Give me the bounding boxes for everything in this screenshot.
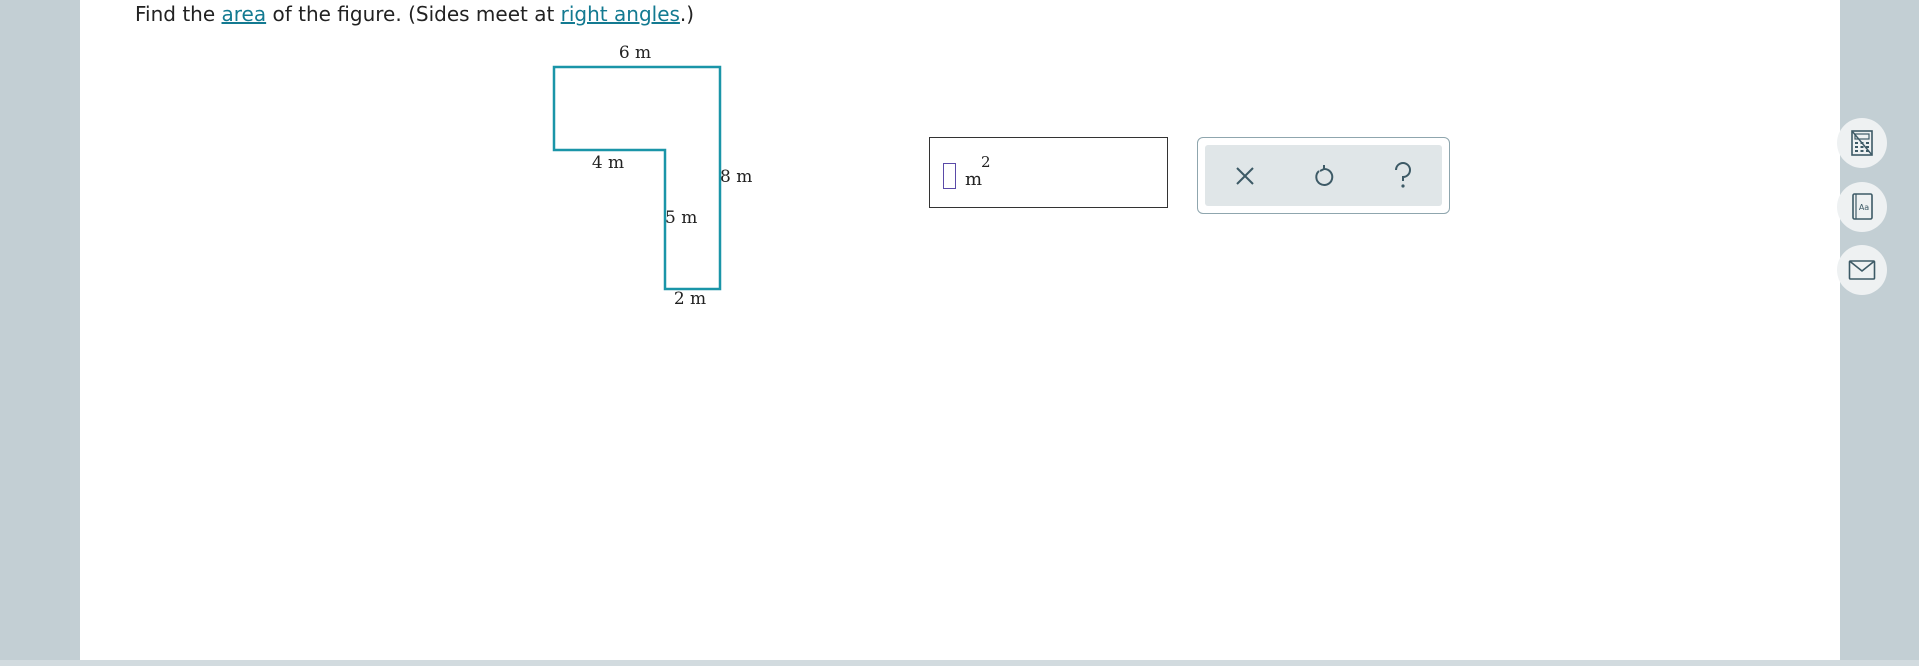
label-inner-width: 4 m (592, 153, 624, 173)
unit-exponent: 2 (981, 153, 991, 171)
calculator-button[interactable] (1837, 118, 1887, 168)
glossary-book-icon: Aa (1852, 193, 1873, 220)
answer-input[interactable] (943, 163, 956, 189)
glossary-text: Aa (1859, 203, 1869, 212)
bottom-strip (0, 660, 1919, 666)
help-button[interactable] (1373, 145, 1433, 206)
glossary-button[interactable]: Aa (1837, 182, 1887, 232)
l-shaped-figure: 6 m 4 m 8 m 5 m 2 m (552, 43, 752, 309)
answer-toolbox (1197, 137, 1450, 214)
undo-icon (1315, 164, 1334, 186)
label-inner-height: 5 m (665, 208, 697, 228)
mail-icon (1848, 260, 1876, 280)
label-top-width: 6 m (619, 43, 651, 63)
undo-button[interactable] (1294, 145, 1354, 206)
calculator-icon (1851, 130, 1873, 156)
toolbox-panel (1205, 145, 1442, 206)
clear-button[interactable] (1215, 145, 1275, 206)
label-right-height: 8 m (720, 167, 752, 187)
help-icon (1395, 161, 1411, 188)
message-button[interactable] (1837, 245, 1887, 295)
answer-box: m 2 (929, 137, 1168, 208)
content-panel: Find the area of the figure. (Sides meet… (80, 0, 1887, 660)
label-bottom-width: 2 m (674, 289, 706, 309)
figure-outline (552, 65, 722, 291)
unit-label: m (965, 169, 983, 190)
close-icon (1236, 166, 1254, 185)
